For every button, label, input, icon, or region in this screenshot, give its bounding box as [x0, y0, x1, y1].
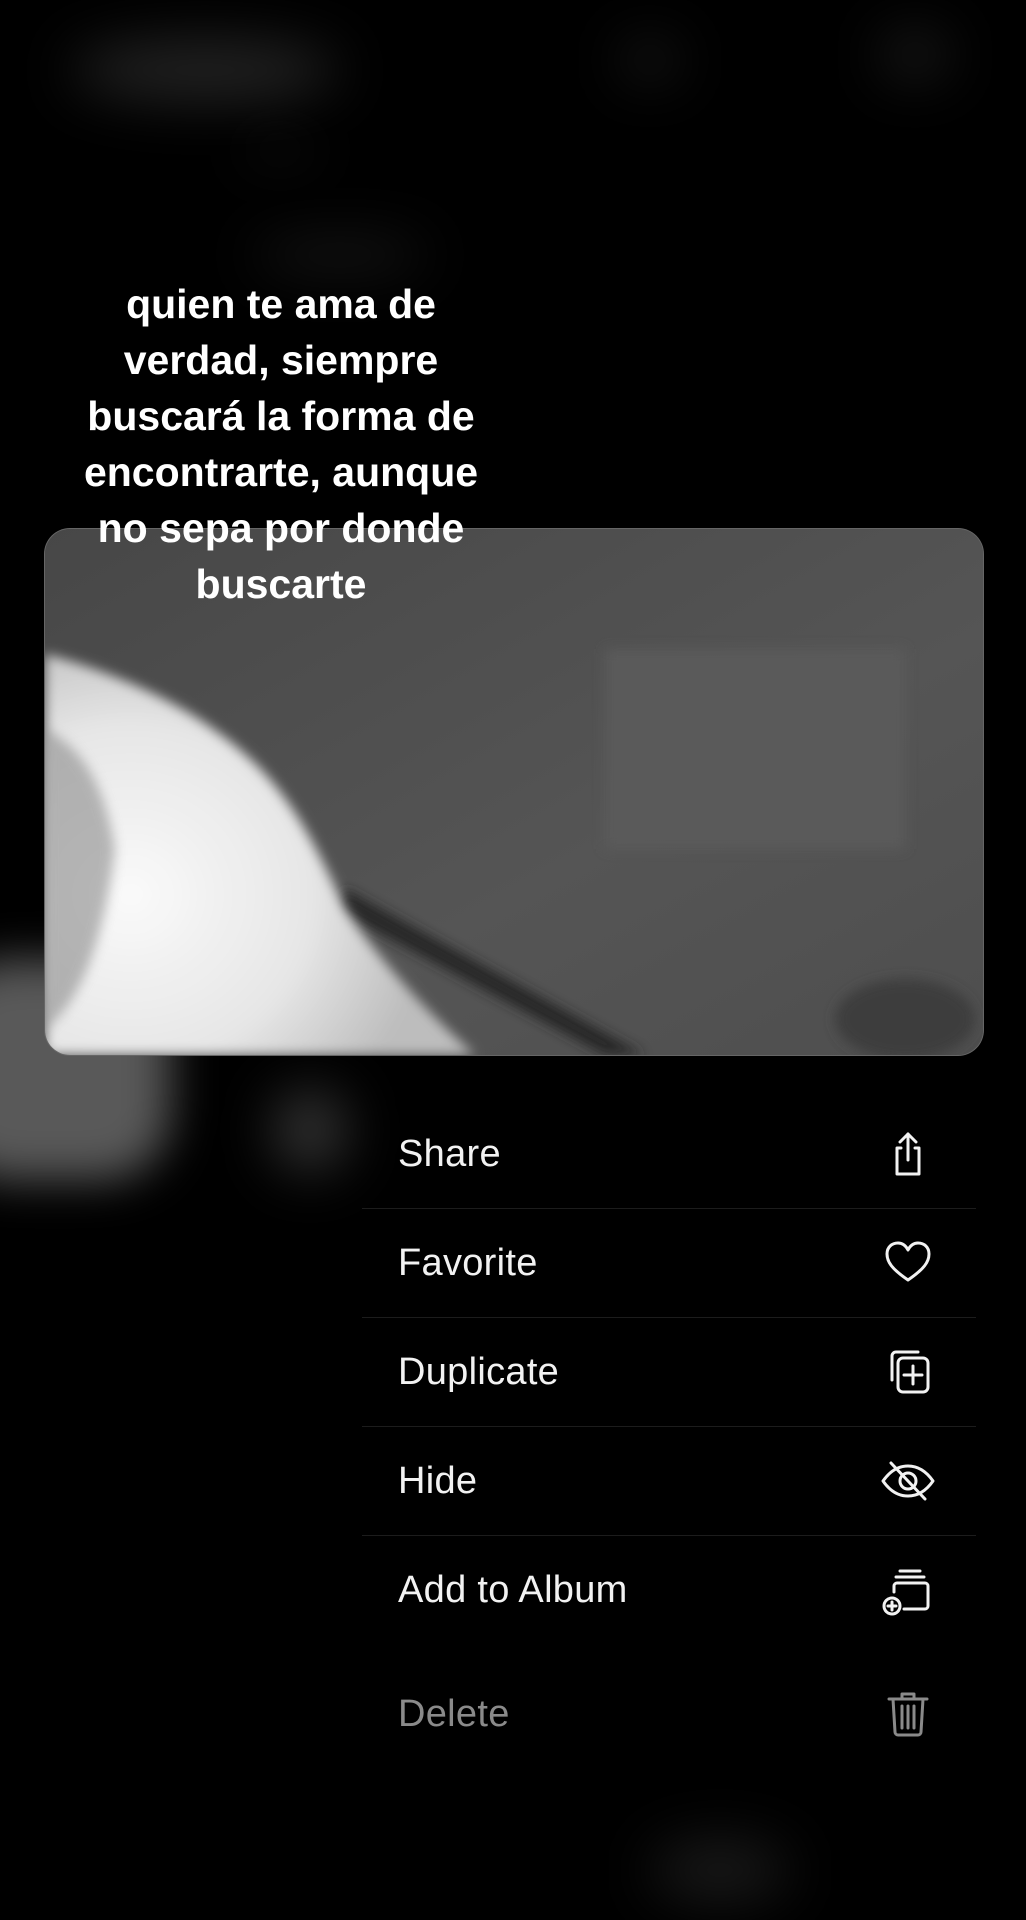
add-to-album-label: Add to Album	[398, 1568, 628, 1611]
hide-menu-item[interactable]: Hide	[362, 1427, 976, 1536]
blurred-text	[250, 240, 430, 270]
delete-label: Delete	[398, 1692, 510, 1735]
duplicate-menu-item[interactable]: Duplicate	[362, 1318, 976, 1427]
add-to-album-menu-item[interactable]: Add to Album	[362, 1536, 976, 1644]
heart-icon	[880, 1235, 936, 1291]
blurred-text	[240, 140, 320, 160]
story-caption: quien te ama de verdad, siempre buscará …	[83, 281, 479, 607]
blurred-header-icon	[620, 40, 680, 80]
blurred-tab-bar	[650, 1840, 790, 1900]
share-menu-item[interactable]: Share	[362, 1100, 976, 1209]
add-to-album-icon	[880, 1562, 936, 1618]
trash-icon	[880, 1686, 936, 1742]
blurred-photo-edge	[275, 1090, 345, 1170]
favorite-label: Favorite	[398, 1241, 538, 1284]
context-menu: Share Favorite Duplicate Hide Add to Alb…	[362, 1100, 976, 1784]
photo-context-screen: quien te ama de verdad, siempre buscará …	[0, 0, 1026, 1920]
eye-slash-icon	[880, 1453, 936, 1509]
share-label: Share	[398, 1132, 501, 1175]
share-icon	[880, 1126, 936, 1182]
duplicate-label: Duplicate	[398, 1350, 560, 1393]
duplicate-icon	[880, 1344, 936, 1400]
favorite-menu-item[interactable]: Favorite	[362, 1209, 976, 1318]
blurred-header	[70, 40, 340, 100]
delete-menu-item[interactable]: Delete	[362, 1644, 976, 1784]
blurred-header-icon	[880, 30, 950, 80]
hide-label: Hide	[398, 1459, 478, 1502]
